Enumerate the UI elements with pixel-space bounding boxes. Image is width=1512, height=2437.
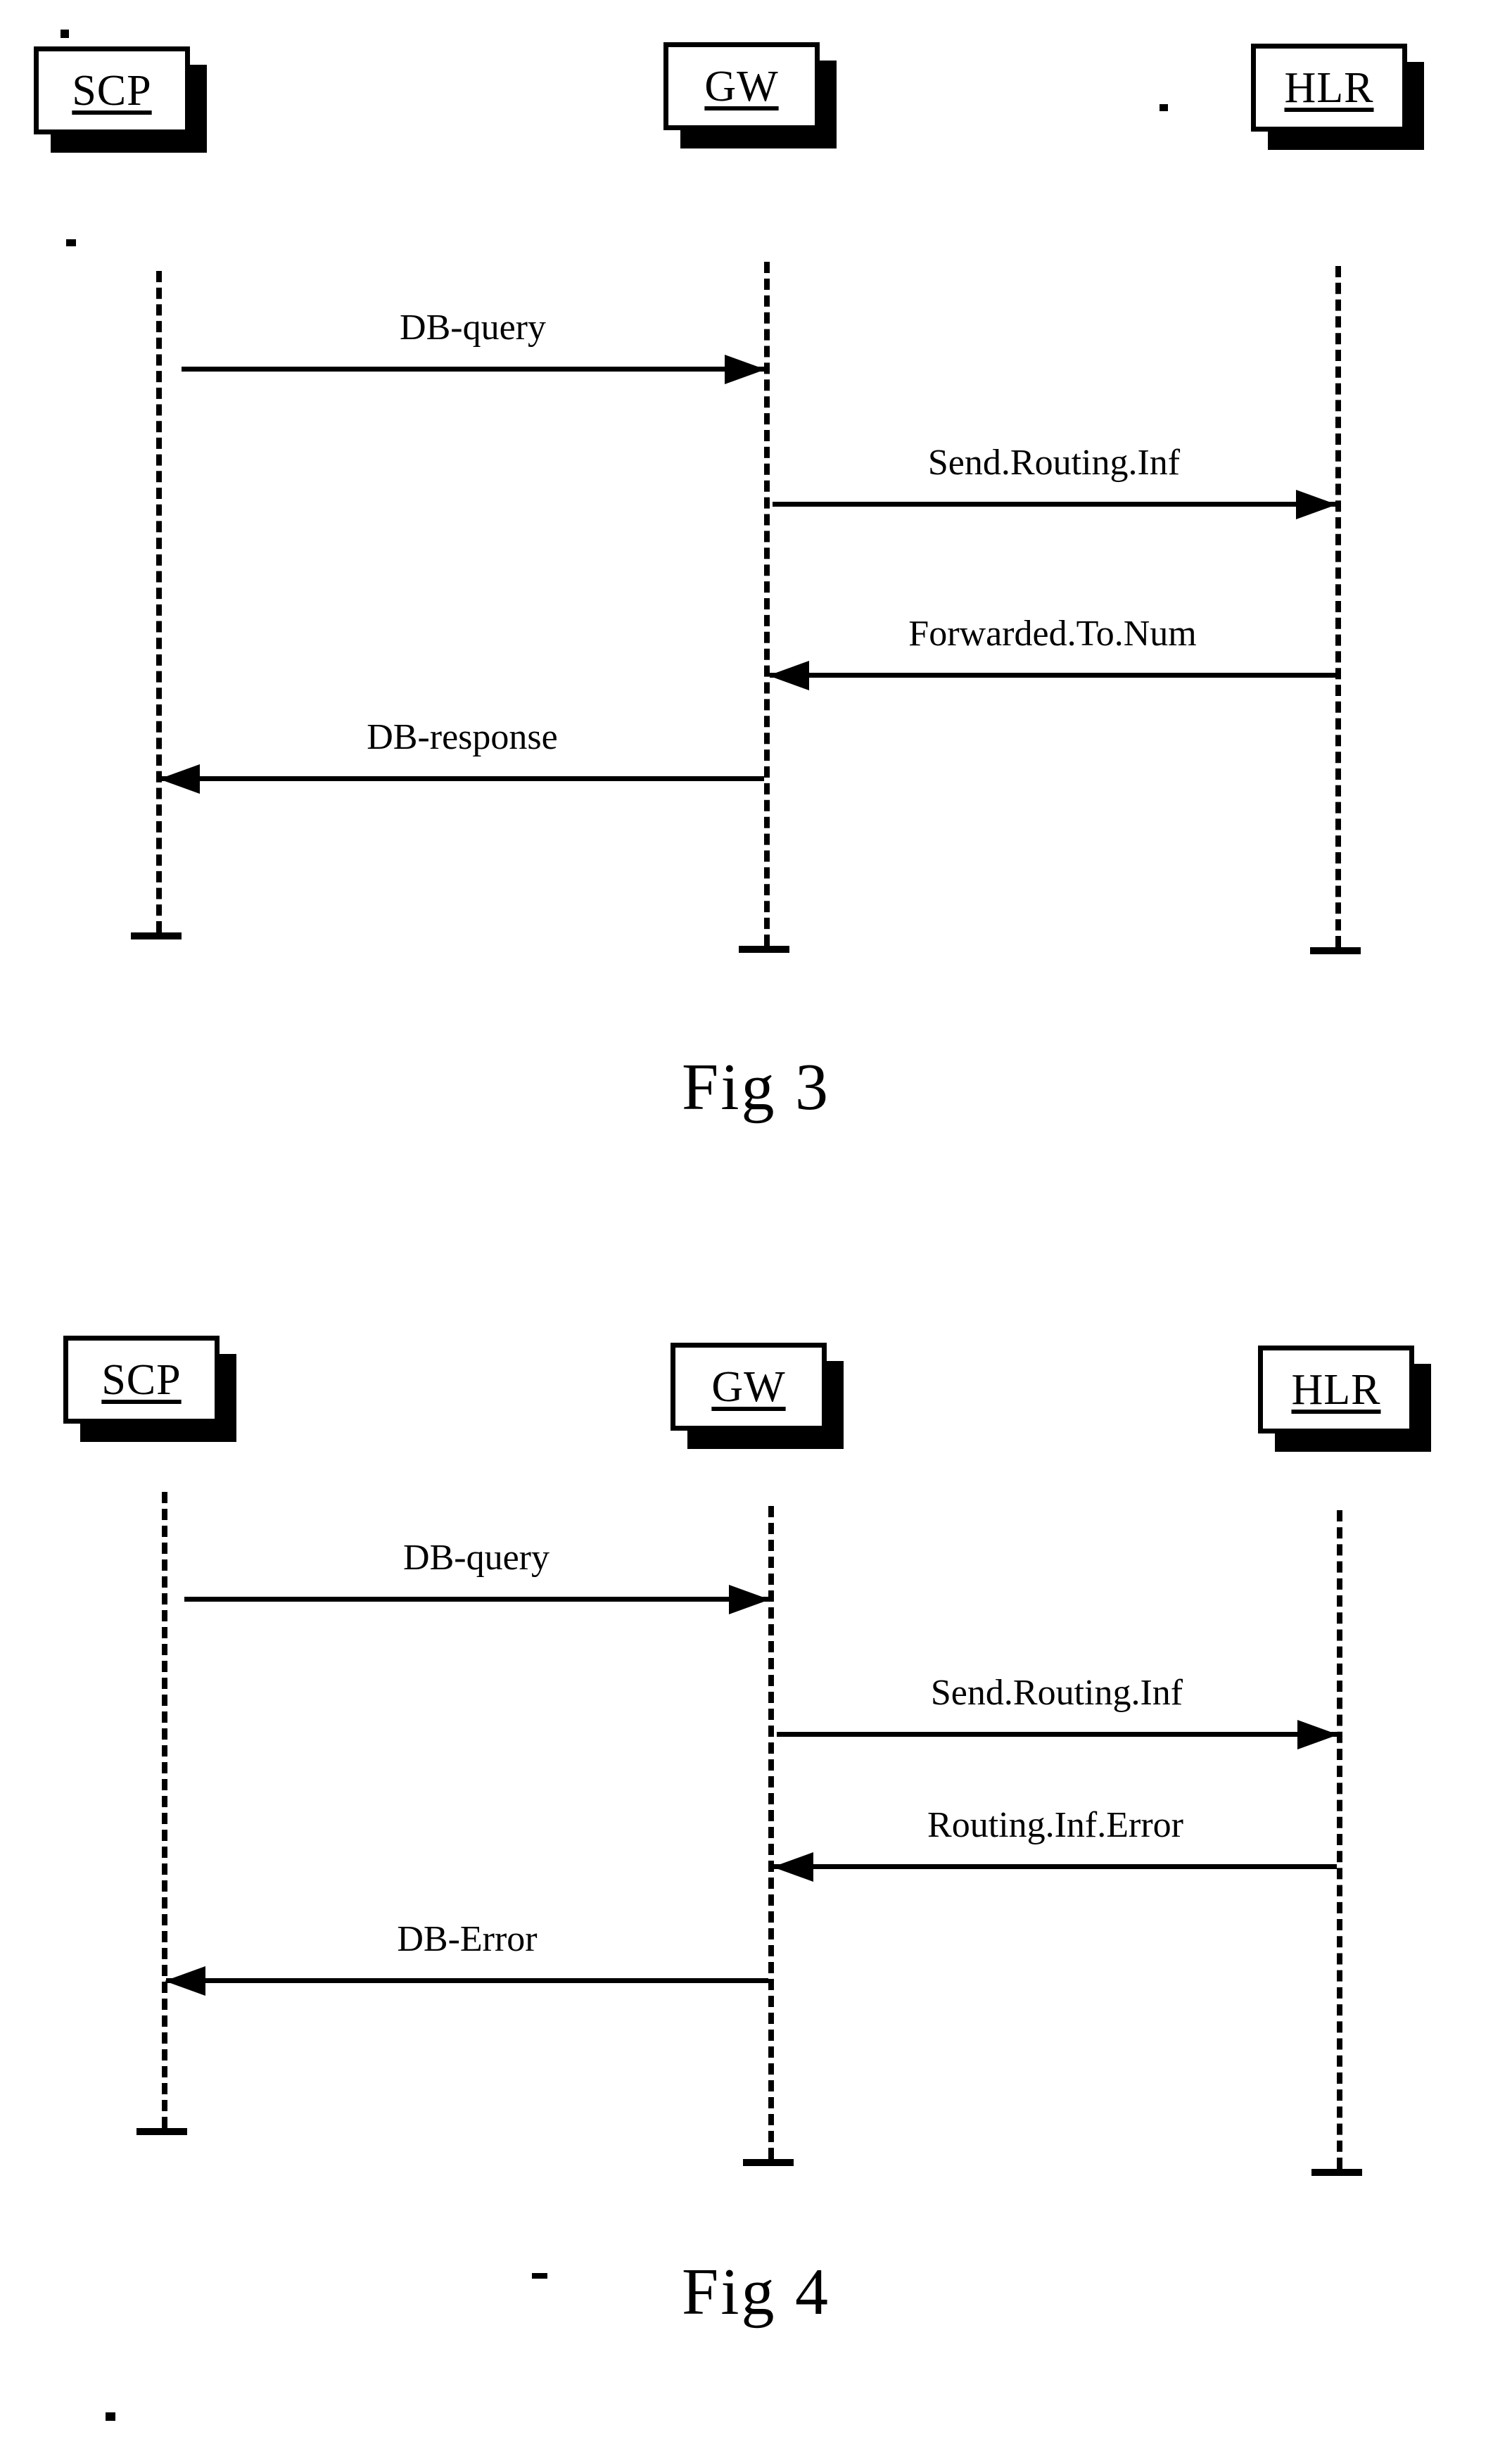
scan-speck xyxy=(61,30,69,38)
message-send-routing-inf: Send.Routing.Inf xyxy=(777,1673,1338,1749)
node-face: HLR xyxy=(1258,1346,1414,1433)
message-db-query: DB-query xyxy=(184,1538,770,1614)
lifeline-terminator-scp xyxy=(136,2128,187,2135)
node-box-hlr: HLR xyxy=(1251,44,1424,150)
arrowhead-left-icon xyxy=(165,1966,205,1996)
node-box-gw: GW xyxy=(671,1343,844,1449)
node-label-hlr: HLR xyxy=(1291,1365,1381,1414)
arrowhead-left-icon xyxy=(768,661,809,690)
lifeline-terminator-scp xyxy=(131,932,182,939)
arrowhead-right-icon xyxy=(1296,490,1337,519)
lifeline-scp xyxy=(162,1492,167,2128)
lifeline-terminator-hlr xyxy=(1311,2169,1362,2176)
lifeline-hlr xyxy=(1335,266,1341,947)
lifeline-hlr xyxy=(1337,1510,1342,2169)
scan-speck xyxy=(1160,104,1168,111)
message-label: DB-query xyxy=(403,1538,549,1578)
message-label: Routing.Inf.Error xyxy=(927,1805,1183,1845)
message-label: Send.Routing.Inf xyxy=(927,443,1181,483)
arrowhead-left-icon xyxy=(773,1852,813,1882)
arrowhead-right-icon xyxy=(725,355,765,384)
message-line xyxy=(777,1732,1337,1737)
node-face: GW xyxy=(663,42,820,130)
message-line xyxy=(774,1864,1337,1869)
message-db-response: DB-response xyxy=(159,717,764,794)
node-box-hlr: HLR xyxy=(1258,1346,1431,1452)
message-label: DB-response xyxy=(367,717,558,757)
lifeline-terminator-hlr xyxy=(1310,947,1361,954)
figure-3: SCP GW HLR DB-query Send.Routing.Inf For… xyxy=(0,0,1512,1196)
arrowhead-left-icon xyxy=(159,764,200,794)
node-box-scp: SCP xyxy=(63,1336,236,1442)
message-db-query: DB-query xyxy=(182,308,765,384)
message-line xyxy=(182,367,764,372)
message-line xyxy=(166,1978,768,1983)
node-face: SCP xyxy=(34,46,190,134)
figure-4: SCP GW HLR DB-query Send.Routing.Inf Rou… xyxy=(0,1281,1512,2437)
arrowhead-right-icon xyxy=(1297,1720,1338,1749)
node-face: GW xyxy=(671,1343,827,1431)
lifeline-terminator-gw xyxy=(743,2159,794,2166)
message-forwarded-to-num: Forwarded.To.Num xyxy=(768,614,1335,690)
message-line xyxy=(184,1597,768,1602)
node-face: SCP xyxy=(63,1336,220,1424)
message-line xyxy=(770,673,1335,678)
node-label-hlr: HLR xyxy=(1284,63,1374,112)
scan-speck xyxy=(66,239,76,246)
message-line xyxy=(160,776,764,781)
node-box-scp: SCP xyxy=(34,46,207,153)
node-label-gw: GW xyxy=(704,62,779,110)
lifeline-terminator-gw xyxy=(739,946,789,953)
message-label: Send.Routing.Inf xyxy=(930,1673,1183,1713)
message-routing-inf-error: Routing.Inf.Error xyxy=(773,1805,1337,1882)
message-label: DB-Error xyxy=(397,1919,538,1959)
message-db-error: DB-Error xyxy=(165,1919,768,1996)
figure-caption-3: Fig 3 xyxy=(682,1051,830,1124)
message-send-routing-inf: Send.Routing.Inf xyxy=(773,443,1337,519)
message-label: Forwarded.To.Num xyxy=(908,614,1197,654)
arrowhead-right-icon xyxy=(729,1585,770,1614)
node-face: HLR xyxy=(1251,44,1407,132)
node-label-scp: SCP xyxy=(101,1355,182,1404)
lifeline-scp xyxy=(156,271,162,932)
message-line xyxy=(773,502,1335,507)
node-box-gw: GW xyxy=(663,42,837,148)
scan-speck xyxy=(532,2273,547,2279)
scan-speck xyxy=(106,2412,115,2421)
node-label-scp: SCP xyxy=(72,66,152,115)
figure-caption-4: Fig 4 xyxy=(682,2255,830,2329)
node-label-gw: GW xyxy=(711,1362,786,1411)
message-label: DB-query xyxy=(400,308,546,348)
